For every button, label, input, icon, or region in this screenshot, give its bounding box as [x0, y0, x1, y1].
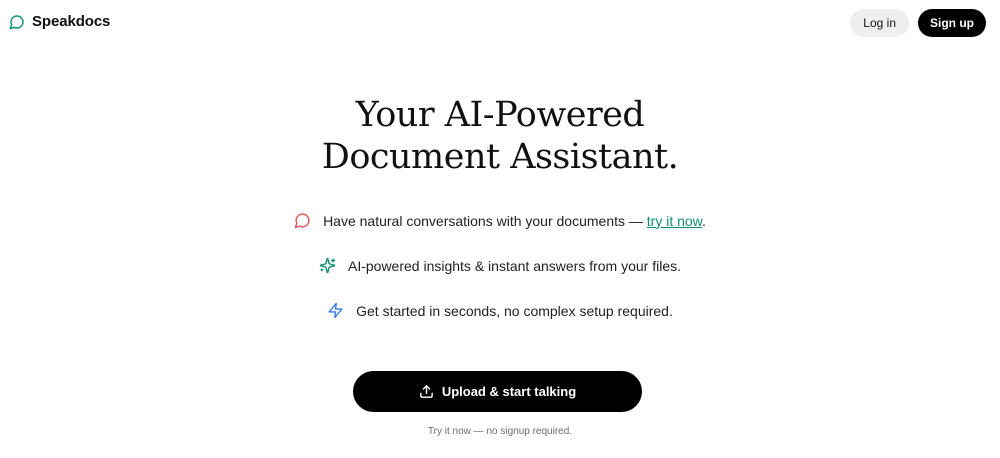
upload-button-label: Upload & start talking: [441, 384, 577, 399]
signup-note: Try it now — no signup required.: [427, 426, 573, 437]
auth-buttons: Log in Sign up: [850, 9, 986, 37]
sparkles-icon: [319, 257, 336, 274]
brand-logo[interactable]: Speakdocs: [9, 13, 110, 30]
signup-button[interactable]: Sign up: [918, 9, 986, 37]
feature-text: Get started in seconds, no complex setup…: [356, 302, 673, 319]
upload-icon: [419, 384, 434, 399]
lightning-bolt-icon: [327, 302, 344, 319]
feature-text: Have natural conversations with your doc…: [323, 212, 706, 229]
feature-text: AI-powered insights & instant answers fr…: [347, 257, 682, 274]
hero-title-line-1: Your AI-Powered: [355, 95, 645, 135]
chat-bubble-icon: [294, 212, 311, 229]
upload-button[interactable]: Upload & start talking: [353, 371, 642, 412]
chat-bubble-icon: [9, 14, 25, 30]
hero-title-line-2: Document Assistant.: [321, 137, 679, 177]
try-it-now-link[interactable]: try it now: [647, 213, 702, 229]
landing-page: Speakdocs Log in Sign up Your AI-Powered…: [0, 0, 1000, 458]
brand-name: Speakdocs: [32, 13, 111, 30]
hero-title: Your AI-Powered Document Assistant.: [0, 94, 1000, 178]
feature-insights: AI-powered insights & instant answers fr…: [0, 257, 1000, 274]
feature-conversations: Have natural conversations with your doc…: [0, 212, 1000, 229]
feature-quick-start: Get started in seconds, no complex setup…: [0, 302, 1000, 319]
login-button[interactable]: Log in: [850, 9, 909, 37]
